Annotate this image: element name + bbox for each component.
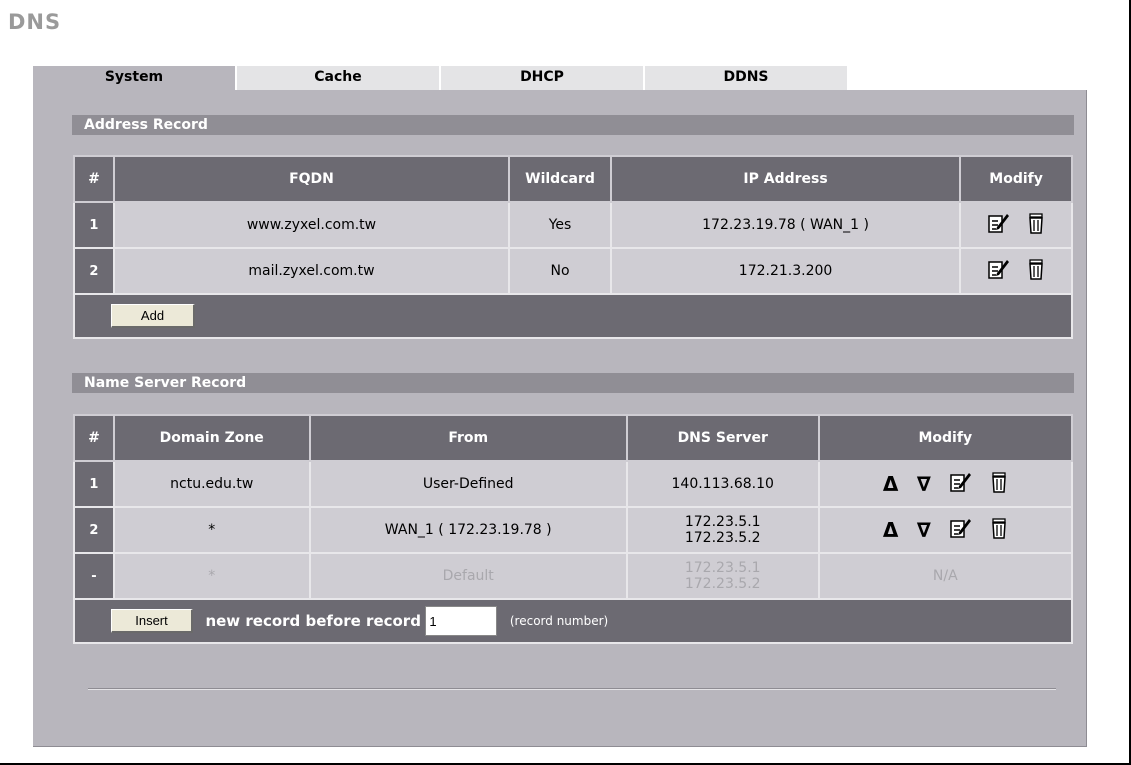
column-header-modify: Modify: [959, 155, 1073, 203]
dns-server-secondary: 172.23.5.2: [684, 530, 761, 546]
page-title: DNS: [8, 10, 62, 34]
column-header-ip-address: IP Address: [609, 155, 962, 203]
table-row: 2 mail.zyxel.com.tw No 172.21.3.200: [73, 247, 1073, 295]
edit-icon[interactable]: [987, 258, 1009, 284]
table-row-default: - * Default 172.23.5.1 172.23.5.2 N/A: [73, 552, 1074, 600]
divider: [88, 688, 1056, 690]
table-header-row: # FQDN Wildcard IP Address Modify: [73, 155, 1073, 203]
add-button[interactable]: Add: [111, 304, 195, 328]
tab-cache[interactable]: Cache: [237, 66, 439, 90]
table-header-row: # Domain Zone From DNS Server Modify: [73, 414, 1074, 462]
dns-server-cell: 172.23.5.1 172.23.5.2: [625, 506, 820, 554]
column-header-domain-zone: Domain Zone: [112, 414, 311, 462]
wildcard-cell: Yes: [508, 201, 612, 249]
column-header-num: #: [73, 414, 115, 462]
row-number: 2: [73, 247, 115, 295]
dns-server-primary: 140.113.68.10: [671, 476, 774, 492]
domain-zone-cell: *: [112, 552, 311, 600]
name-server-record-title: Name Server Record: [72, 373, 1074, 393]
trash-icon[interactable]: [1027, 212, 1045, 238]
from-cell: Default: [308, 552, 628, 600]
address-record-title: Address Record: [72, 115, 1074, 135]
from-cell: WAN_1 ( 172.23.19.78 ): [308, 506, 628, 554]
move-up-icon[interactable]: Δ: [883, 472, 898, 496]
dns-server-secondary: 172.23.5.2: [684, 576, 761, 592]
insert-description: new record before record: [205, 612, 421, 630]
table-footer-row: Add: [73, 293, 1073, 339]
record-number-input[interactable]: [425, 606, 498, 636]
table-row: 2 * WAN_1 ( 172.23.19.78 ) 172.23.5.1 17…: [73, 506, 1074, 554]
table-row: 1 www.zyxel.com.tw Yes 172.23.19.78 ( WA…: [73, 201, 1073, 249]
edit-icon[interactable]: [949, 517, 972, 543]
tab-dhcp[interactable]: DHCP: [441, 66, 643, 90]
table-footer-row: Insert new record before record (record …: [73, 598, 1073, 644]
dns-server-primary: 172.23.5.1: [684, 560, 761, 576]
edit-icon[interactable]: [987, 212, 1009, 238]
modify-cell: Δ ∇: [817, 460, 1074, 508]
modify-cell: N/A: [817, 552, 1074, 600]
column-header-fqdn: FQDN: [112, 155, 511, 203]
row-number: -: [73, 552, 115, 600]
record-number-hint: (record number): [509, 614, 609, 628]
tab-ddns[interactable]: DDNS: [645, 66, 847, 90]
ip-address-cell: 172.21.3.200: [609, 247, 962, 295]
column-header-from: From: [308, 414, 628, 462]
name-server-record-table: # Domain Zone From DNS Server Modify 1 n…: [73, 414, 1074, 644]
modify-cell: [959, 201, 1073, 249]
dns-server-primary: 172.23.5.1: [684, 514, 761, 530]
column-header-modify: Modify: [817, 414, 1074, 462]
fqdn-cell: mail.zyxel.com.tw: [112, 247, 511, 295]
row-number: 1: [73, 460, 115, 508]
column-header-num: #: [73, 155, 115, 203]
column-header-dns-server: DNS Server: [625, 414, 820, 462]
trash-icon[interactable]: [990, 471, 1008, 497]
wildcard-cell: No: [508, 247, 612, 295]
table-row: 1 nctu.edu.tw User-Defined 140.113.68.10…: [73, 460, 1074, 508]
from-cell: User-Defined: [308, 460, 628, 508]
address-record-table: # FQDN Wildcard IP Address Modify 1 www.…: [73, 155, 1073, 339]
trash-icon[interactable]: [990, 517, 1008, 543]
column-header-wildcard: Wildcard: [508, 155, 612, 203]
row-number: 1: [73, 201, 115, 249]
move-down-icon[interactable]: ∇: [917, 472, 931, 496]
move-down-icon[interactable]: ∇: [917, 518, 931, 542]
domain-zone-cell: nctu.edu.tw: [112, 460, 311, 508]
modify-cell: [959, 247, 1073, 295]
modify-cell: Δ ∇: [817, 506, 1074, 554]
table-footer: Add: [73, 293, 1073, 339]
move-up-icon[interactable]: Δ: [883, 518, 898, 542]
row-number: 2: [73, 506, 115, 554]
domain-zone-cell: *: [112, 506, 311, 554]
ip-address-cell: 172.23.19.78 ( WAN_1 ): [609, 201, 962, 249]
dns-server-cell: 140.113.68.10: [625, 460, 820, 508]
insert-button[interactable]: Insert: [111, 609, 193, 633]
trash-icon[interactable]: [1027, 258, 1045, 284]
edit-icon[interactable]: [949, 471, 972, 497]
fqdn-cell: www.zyxel.com.tw: [112, 201, 511, 249]
tab-system[interactable]: System: [33, 66, 235, 91]
dns-server-cell: 172.23.5.1 172.23.5.2: [625, 552, 820, 600]
table-footer: Insert new record before record (record …: [73, 598, 1073, 644]
